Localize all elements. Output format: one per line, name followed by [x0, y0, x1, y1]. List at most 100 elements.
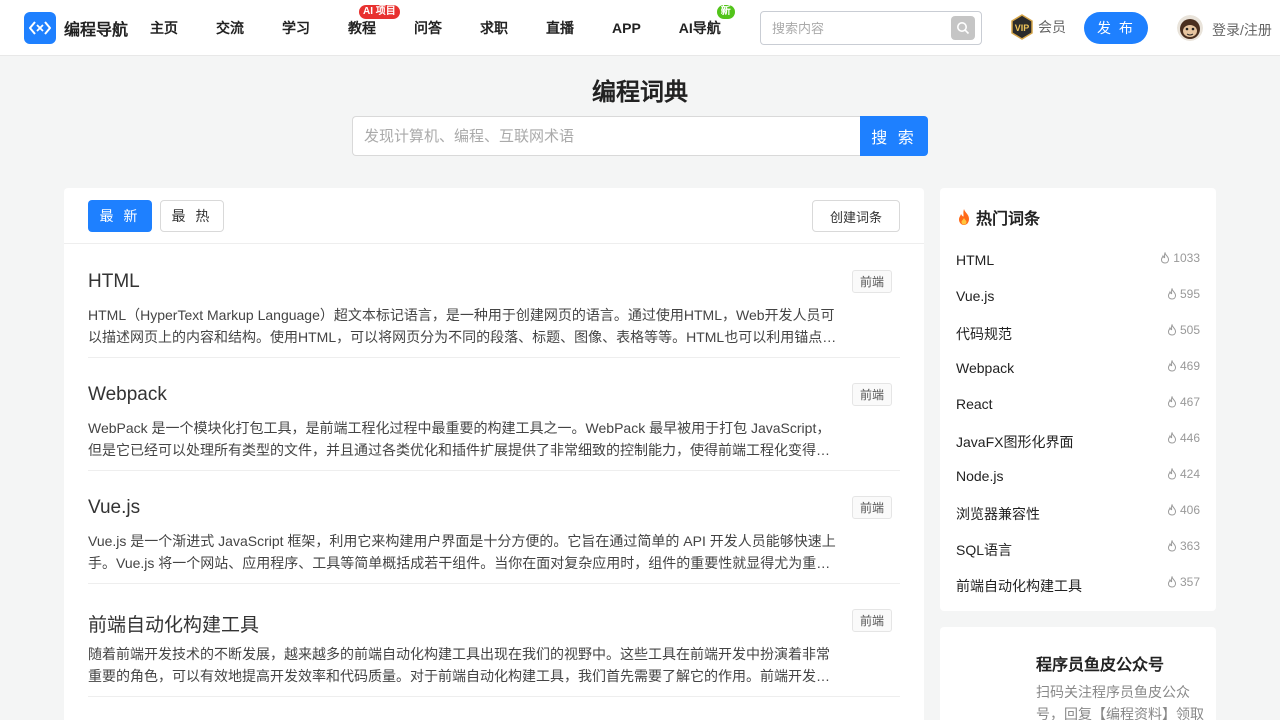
entry-tag[interactable]: 前端 — [851, 496, 892, 519]
nav-app[interactable]: APP — [612, 20, 641, 36]
entry-tag[interactable]: 前端 — [851, 270, 892, 293]
vip-link[interactable]: VIP 会员 — [1010, 14, 1066, 40]
hot-item-count: 467 — [1167, 395, 1200, 409]
entry-tag[interactable]: 前端 — [851, 609, 892, 632]
logo-text: 编程导航 — [64, 22, 129, 39]
dictionary-search-button[interactable]: 搜 索 — [860, 116, 928, 156]
dictionary-search-input[interactable] — [352, 116, 860, 156]
nav-tutorial-label: 教程 — [348, 20, 376, 36]
entry-description: Vue.js 是一个渐进式 JavaScript 框架，利用它来构建用户界面是十… — [88, 533, 836, 571]
hot-item-count-value: 467 — [1179, 395, 1200, 409]
hot-item[interactable]: 前端自动化构建工具 357 — [956, 567, 1200, 603]
hot-item-name[interactable]: Webpack — [956, 360, 1014, 376]
avatar[interactable] — [1177, 15, 1203, 41]
wechat-description: 扫码关注程序员鱼皮公众号，回复【编程资料】领取 — [1036, 684, 1204, 720]
hot-item-count: 1033 — [1160, 251, 1200, 265]
vip-icon-text: VIP — [1015, 23, 1030, 33]
hot-item[interactable]: SQL语言 363 — [956, 531, 1200, 567]
entry-title[interactable]: HTML — [88, 271, 140, 293]
nav-qa[interactable]: 问答 — [414, 18, 442, 38]
hot-item-count: 505 — [1167, 323, 1200, 337]
hot-item[interactable]: React 467 — [956, 387, 1200, 423]
heat-icon — [1167, 468, 1176, 480]
tab-hot[interactable]: 最 热 — [160, 200, 224, 232]
nav-home[interactable]: 主页 — [150, 18, 178, 38]
entry-tag[interactable]: 前端 — [851, 383, 892, 406]
hot-item-count-value: 595 — [1179, 287, 1200, 301]
hot-item-count: 446 — [1167, 431, 1200, 445]
wechat-card: 程序员鱼皮公众号 扫码关注程序员鱼皮公众号，回复【编程资料】领取 — [940, 627, 1216, 720]
hot-item-count-value: 469 — [1179, 359, 1200, 373]
hot-entries-panel: 热门词条 HTML 1033 Vue.js 595 代码规范 505 Webpa… — [940, 188, 1216, 611]
hot-item[interactable]: Webpack 469 — [956, 351, 1200, 387]
entry-description: 随着前端开发技术的不断发展，越来越多的前端自动化构建工具出现在我们的视野中。这些… — [88, 646, 830, 684]
hot-item-name[interactable]: 前端自动化构建工具 — [956, 576, 1082, 596]
hot-item-name[interactable]: 浏览器兼容性 — [956, 504, 1040, 524]
nav-jobs[interactable]: 求职 — [480, 18, 508, 38]
heat-icon — [1167, 540, 1176, 552]
hot-item-count-value: 505 — [1179, 323, 1200, 337]
list-item[interactable]: HTML 前端 HTML（HyperText Markup Language）超… — [88, 245, 900, 358]
hot-item-count-value: 363 — [1179, 539, 1200, 553]
heat-icon — [1167, 360, 1176, 372]
create-entry-button[interactable]: 创建词条 — [812, 200, 900, 232]
nav-tutorial[interactable]: 教程 AI 项目 — [348, 5, 400, 38]
nav-live[interactable]: 直播 — [546, 18, 574, 38]
heat-icon — [1167, 324, 1176, 336]
publish-button[interactable]: 发 布 — [1084, 12, 1148, 44]
fire-icon — [956, 208, 972, 226]
list-item[interactable]: 前端自动化构建工具 前端 随着前端开发技术的不断发展，越来越多的前端自动化构建工… — [88, 584, 900, 697]
nav-ai-nav-label: AI导航 — [678, 20, 721, 36]
hot-item-name[interactable]: React — [956, 396, 993, 412]
nav-ai-nav[interactable]: AI导航 新 — [678, 5, 735, 38]
site-logo[interactable]: 编程导航 — [24, 12, 128, 44]
entry-title[interactable]: 前端自动化构建工具 — [88, 610, 259, 637]
hot-item-name[interactable]: SQL语言 — [956, 540, 1012, 560]
entry-title[interactable]: Webpack — [88, 384, 167, 406]
hot-item-name[interactable]: JavaFX图形化界面 — [956, 432, 1073, 452]
heat-icon — [1167, 504, 1176, 516]
hot-item[interactable]: Vue.js 595 — [956, 279, 1200, 315]
new-badge: 新 — [716, 5, 735, 19]
header-search — [760, 11, 982, 45]
nav-community[interactable]: 交流 — [216, 18, 244, 38]
hot-item[interactable]: 代码规范 505 — [956, 315, 1200, 351]
hot-item-count: 595 — [1167, 287, 1200, 301]
hot-item[interactable]: Node.js 424 — [956, 459, 1200, 495]
heat-icon — [1167, 396, 1176, 408]
list-item[interactable]: Webpack 前端 WebPack 是一个模块化打包工具，是前端工程化过程中最… — [88, 358, 900, 471]
hot-item-count: 363 — [1167, 539, 1200, 553]
logo-icon — [24, 12, 56, 44]
hot-item-count-value: 424 — [1179, 467, 1200, 481]
top-header: 编程导航 主页 交流 学习 教程 AI 项目 问答 求职 直播 APP AI导航… — [0, 0, 1280, 56]
hot-item[interactable]: JavaFX图形化界面 446 — [956, 423, 1200, 459]
hot-item-name[interactable]: HTML — [956, 252, 994, 268]
header-search-input[interactable] — [761, 13, 951, 43]
list-toolbar: 最 新 最 热 创建词条 — [64, 188, 924, 244]
tab-latest[interactable]: 最 新 — [88, 200, 152, 232]
ai-project-badge: AI 项目 — [359, 5, 400, 19]
hot-item[interactable]: HTML 1033 — [956, 243, 1200, 279]
main-nav: 主页 交流 学习 教程 AI 项目 问答 求职 直播 APP AI导航 新 — [150, 0, 759, 56]
vip-label: 会员 — [1038, 19, 1066, 35]
entry-description: WebPack 是一个模块化打包工具，是前端工程化过程中最重要的构建工具之一。W… — [88, 420, 831, 458]
list-item[interactable]: Vue.js 前端 Vue.js 是一个渐进式 JavaScript 框架，利用… — [88, 471, 900, 584]
entry-description: HTML（HyperText Markup Language）超文本标记语言，是… — [88, 307, 837, 345]
hot-item-count: 406 — [1167, 503, 1200, 517]
hot-item[interactable]: 浏览器兼容性 406 — [956, 495, 1200, 531]
wechat-title: 程序员鱼皮公众号 — [1036, 657, 1165, 674]
hot-item-count-value: 406 — [1179, 503, 1200, 517]
hot-item-count: 424 — [1167, 467, 1200, 481]
page-title: 编程词典 — [592, 79, 688, 106]
login-link[interactable]: 登录/注册 — [1212, 20, 1272, 40]
search-icon[interactable] — [951, 16, 975, 40]
nav-learn[interactable]: 学习 — [282, 18, 310, 38]
hot-item-name[interactable]: Vue.js — [956, 288, 994, 304]
hot-item-name[interactable]: 代码规范 — [956, 324, 1012, 344]
hot-item-name[interactable]: Node.js — [956, 468, 1003, 484]
hot-item-count: 357 — [1167, 575, 1200, 589]
hot-entries-title: 热门词条 — [956, 205, 1040, 229]
vip-badge-icon: VIP — [1010, 14, 1034, 40]
entry-title[interactable]: Vue.js — [88, 497, 140, 519]
hot-item-count-value: 446 — [1179, 431, 1200, 445]
